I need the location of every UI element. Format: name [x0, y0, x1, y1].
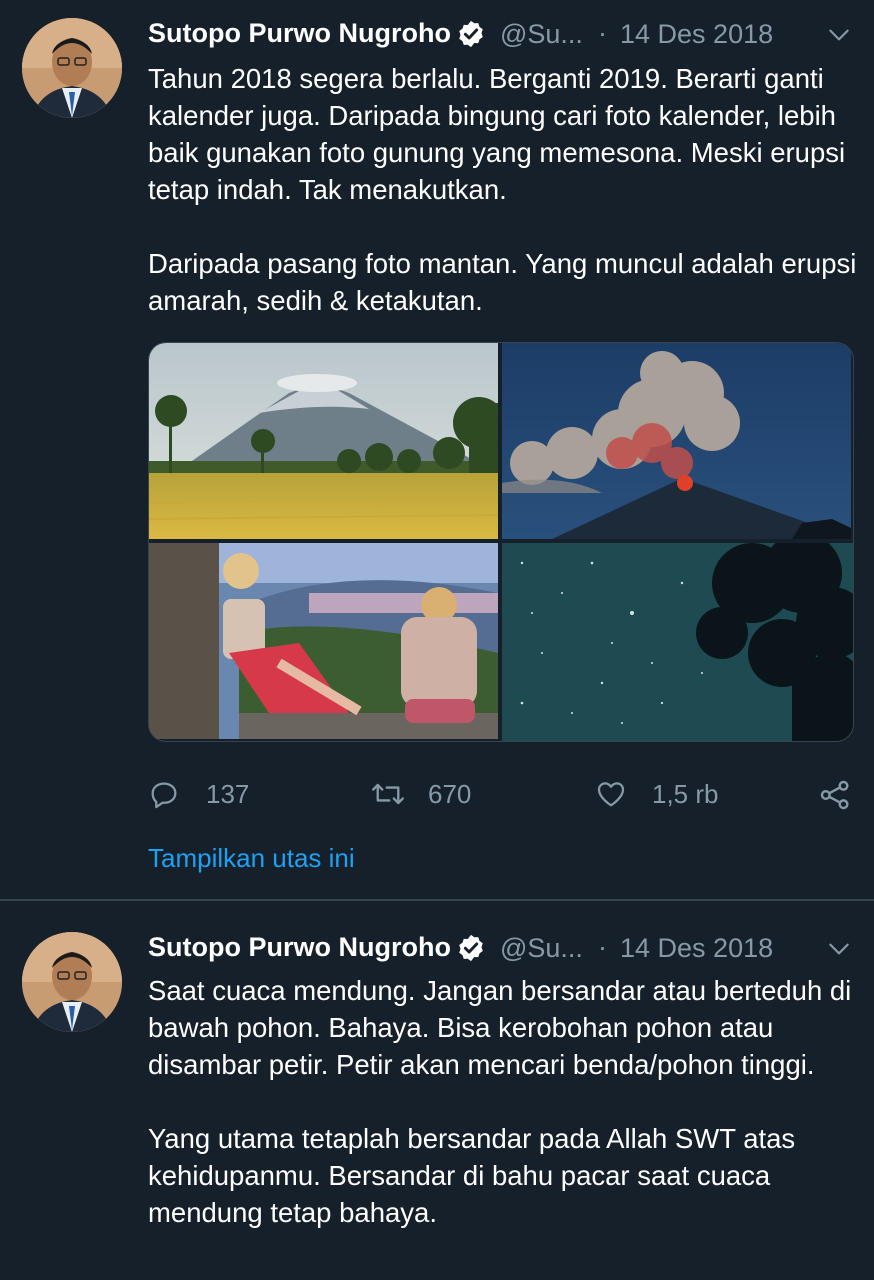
tweet-actions: 137 670 1,5 rb: [148, 772, 858, 818]
reply-count: 137: [206, 779, 250, 809]
tweet-date[interactable]: 14 Des 2018: [620, 19, 773, 50]
show-thread-link[interactable]: Tampilkan utas ini: [148, 843, 355, 874]
tweet-paragraph: Yang utama tetaplah bersandar pada Allah…: [148, 1123, 796, 1228]
like-button[interactable]: 1,5 rb: [594, 772, 744, 818]
avatar[interactable]: [22, 932, 122, 1032]
avatar[interactable]: [22, 18, 122, 118]
starry-night-tree-photo[interactable]: [502, 543, 853, 741]
separator-dot: ·: [598, 18, 607, 48]
retweet-button[interactable]: 670: [370, 772, 510, 818]
share-icon: [820, 780, 849, 810]
tweet-text: Tahun 2018 segera berlalu. Berganti 2019…: [148, 60, 858, 319]
verified-badge-icon: [459, 934, 483, 962]
tweet[interactable]: Sutopo Purwo Nugroho @Su... · 14 Des 201…: [0, 0, 874, 900]
tweet-header: Sutopo Purwo Nugroho @Su... · 14 Des 201…: [148, 14, 854, 54]
reply-button[interactable]: 137: [148, 772, 268, 818]
chevron-down-icon[interactable]: [826, 936, 852, 962]
women-sitting-mountain-view-photo[interactable]: [149, 543, 498, 739]
verified-badge-icon: [459, 20, 483, 48]
reply-icon: [151, 782, 177, 809]
separator-dot: ·: [598, 932, 607, 962]
author-handle[interactable]: @Su...: [500, 933, 583, 964]
tweet-paragraph: Daripada pasang foto mantan. Yang muncul…: [148, 248, 857, 316]
tweet-text: Saat cuaca mendung. Jangan bersandar ata…: [148, 972, 858, 1231]
retweet-count: 670: [428, 779, 472, 809]
media-grid: [148, 342, 854, 742]
tweet-divider: [0, 899, 874, 901]
tweet-paragraph: Tahun 2018 segera berlalu. Berganti 2019…: [148, 63, 846, 205]
like-count: 1,5 rb: [652, 779, 719, 809]
tweet-header: Sutopo Purwo Nugroho @Su... · 14 Des 201…: [148, 928, 854, 968]
mountain-rice-field-photo[interactable]: [149, 343, 498, 539]
heart-icon: [597, 782, 625, 807]
chevron-down-icon[interactable]: [826, 22, 852, 48]
author-name[interactable]: Sutopo Purwo Nugroho: [148, 932, 451, 963]
tweet-date[interactable]: 14 Des 2018: [620, 933, 773, 964]
volcano-eruption-photo[interactable]: [502, 343, 851, 539]
share-button[interactable]: [818, 772, 858, 818]
author-handle[interactable]: @Su...: [500, 19, 583, 50]
author-name[interactable]: Sutopo Purwo Nugroho: [148, 18, 451, 49]
tweet-paragraph: Saat cuaca mendung. Jangan bersandar ata…: [148, 975, 852, 1080]
retweet-icon: [372, 783, 404, 805]
